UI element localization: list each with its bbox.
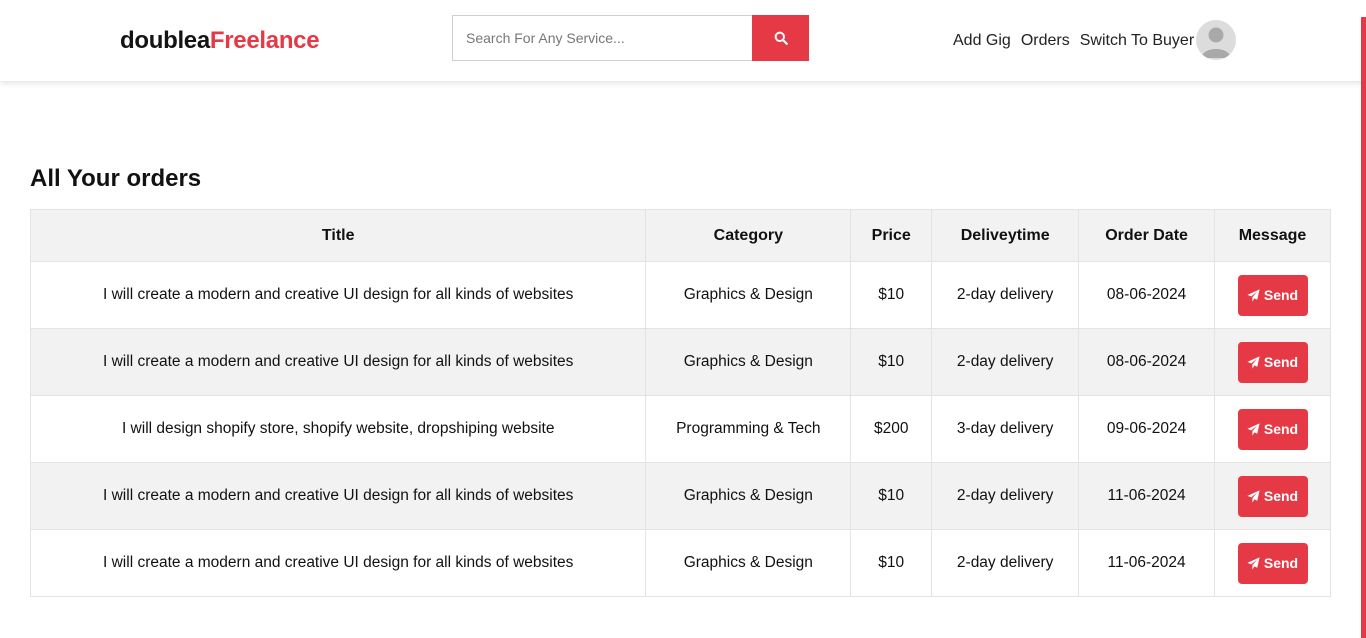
send-label: Send	[1263, 287, 1299, 303]
table-row: I will create a modern and creative UI d…	[29, 328, 1331, 396]
message-cell: Send	[1214, 395, 1331, 463]
site-logo[interactable]: doubleaFreelance	[120, 27, 320, 55]
table-header-row: Title Category Price Deliveytime Order D…	[29, 209, 1331, 262]
order-date: 11-06-2024	[1078, 529, 1216, 597]
order-price: $10	[850, 529, 933, 597]
order-title: I will create a modern and creative UI d…	[29, 462, 647, 530]
send-label: Send	[1263, 421, 1299, 437]
send-message-button[interactable]: Send	[1237, 341, 1308, 383]
logo-text-primary: doublea	[120, 27, 210, 54]
column-header-title: Title	[29, 209, 647, 262]
nav-orders[interactable]: Orders	[1021, 32, 1070, 50]
order-delivery: 2-day delivery	[931, 529, 1080, 597]
table-row: I will create a modern and creative UI d…	[29, 462, 1331, 530]
paper-plane-icon	[1247, 422, 1260, 436]
search-input[interactable]	[452, 15, 752, 61]
order-price: $10	[850, 462, 933, 530]
order-delivery: 2-day delivery	[931, 328, 1080, 396]
message-cell: Send	[1214, 462, 1331, 530]
send-message-button[interactable]: Send	[1237, 475, 1308, 517]
send-label: Send	[1263, 354, 1299, 370]
top-header: doubleaFreelance Add Gig Orders Switch T…	[0, 0, 1366, 81]
send-message-button[interactable]: Send	[1237, 274, 1308, 316]
column-header-price: Price	[850, 209, 933, 262]
order-title: I will create a modern and creative UI d…	[29, 261, 647, 329]
page-title: All Your orders	[30, 165, 202, 192]
order-category: Programming & Tech	[645, 395, 852, 463]
order-title: I will create a modern and creative UI d…	[29, 328, 647, 396]
search-button[interactable]	[752, 15, 809, 61]
order-category: Graphics & Design	[645, 328, 852, 396]
nav-add-gig[interactable]: Add Gig	[953, 32, 1011, 50]
order-title: I will design shopify store, shopify web…	[29, 395, 647, 463]
order-delivery: 2-day delivery	[931, 261, 1080, 329]
user-avatar-icon[interactable]	[1196, 20, 1236, 60]
send-label: Send	[1263, 555, 1299, 571]
paper-plane-icon	[1247, 489, 1260, 503]
nav-switch-to-buyer[interactable]: Switch To Buyer	[1080, 32, 1194, 50]
order-category: Graphics & Design	[645, 261, 852, 329]
main-nav: Add Gig Orders Switch To Buyer	[953, 32, 1194, 50]
column-header-order-date: Order Date	[1078, 209, 1216, 262]
order-price: $10	[850, 328, 933, 396]
column-header-message: Message	[1214, 209, 1331, 262]
message-cell: Send	[1214, 261, 1331, 329]
order-date: 08-06-2024	[1078, 261, 1216, 329]
paper-plane-icon	[1247, 355, 1260, 369]
send-message-button[interactable]: Send	[1237, 408, 1308, 450]
message-cell: Send	[1214, 328, 1331, 396]
orders-table: Title Category Price Deliveytime Order D…	[29, 209, 1331, 597]
order-price: $10	[850, 261, 933, 329]
order-title: I will create a modern and creative UI d…	[29, 529, 647, 597]
order-date: 09-06-2024	[1078, 395, 1216, 463]
order-delivery: 2-day delivery	[931, 462, 1080, 530]
column-header-delivery: Deliveytime	[931, 209, 1080, 262]
message-cell: Send	[1214, 529, 1331, 597]
order-price: $200	[850, 395, 933, 463]
paper-plane-icon	[1247, 556, 1260, 570]
send-message-button[interactable]: Send	[1237, 542, 1308, 584]
table-row: I will design shopify store, shopify web…	[29, 395, 1331, 463]
search-icon	[774, 31, 788, 45]
paper-plane-icon	[1247, 288, 1260, 302]
logo-text-accent: Freelance	[209, 27, 320, 54]
search-bar	[452, 15, 809, 61]
send-label: Send	[1263, 488, 1299, 504]
table-row: I will create a modern and creative UI d…	[29, 261, 1331, 329]
order-delivery: 3-day delivery	[931, 395, 1080, 463]
order-category: Graphics & Design	[645, 529, 852, 597]
column-header-category: Category	[645, 209, 852, 262]
order-date: 11-06-2024	[1078, 462, 1216, 530]
order-category: Graphics & Design	[645, 462, 852, 530]
table-row: I will create a modern and creative UI d…	[29, 529, 1331, 597]
order-date: 08-06-2024	[1078, 328, 1216, 396]
page-scrollbar[interactable]	[1361, 17, 1366, 638]
